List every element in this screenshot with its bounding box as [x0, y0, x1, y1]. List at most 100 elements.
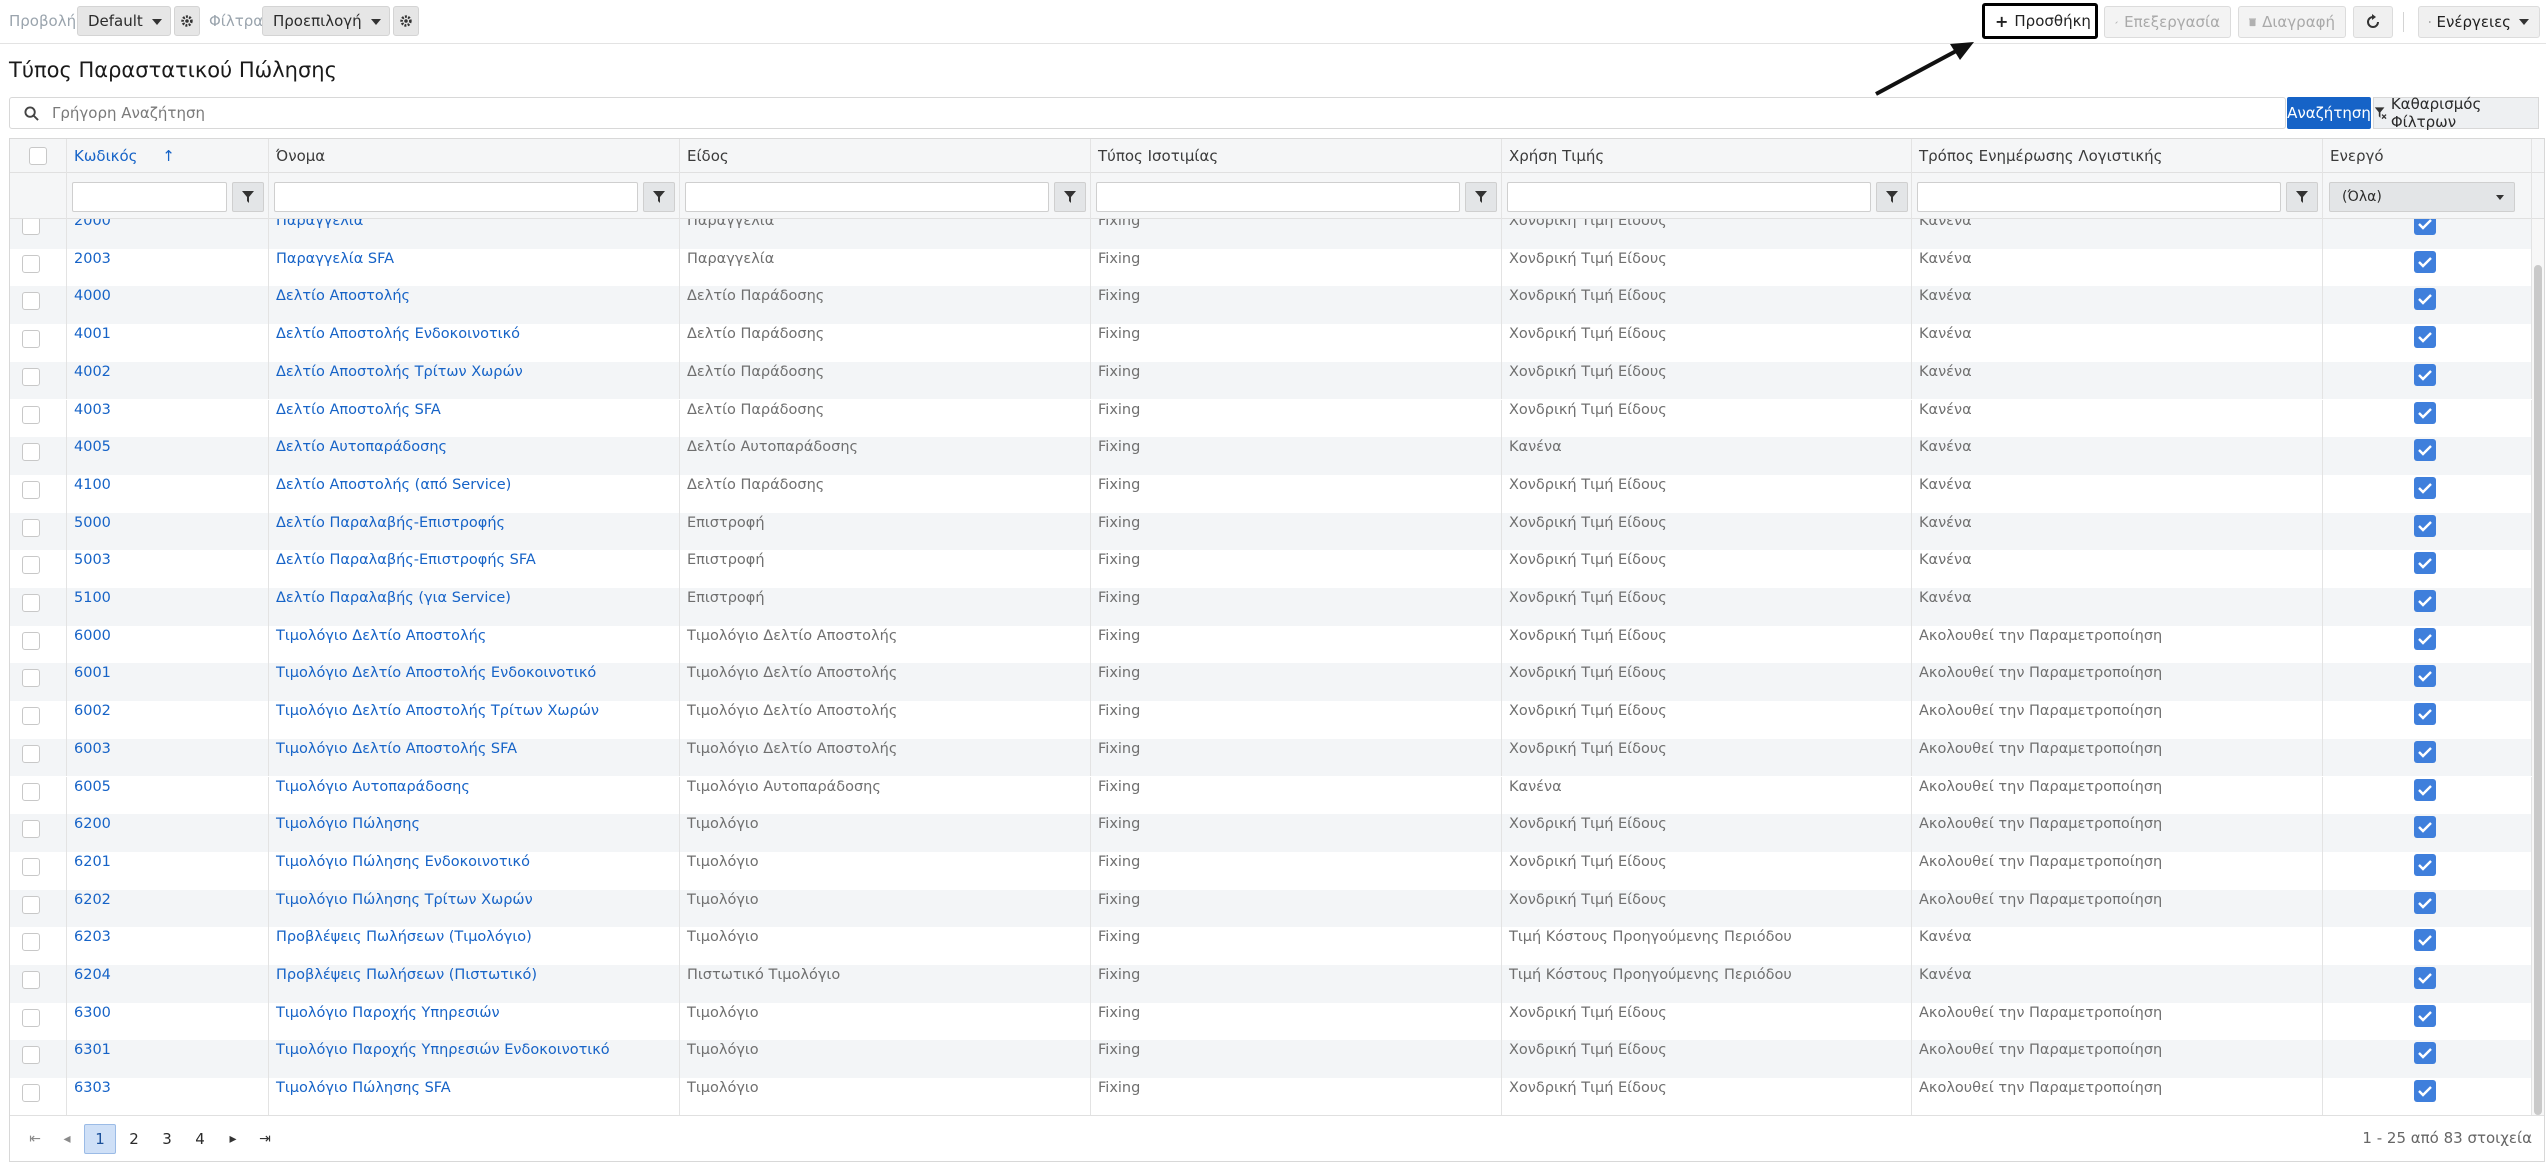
active-checkbox[interactable]	[2414, 891, 2436, 914]
cell-name[interactable]: Τιμολόγιο Πώλησης Ενδοκοινοτικό	[269, 851, 680, 890]
vertical-scrollbar[interactable]	[2532, 219, 2544, 1115]
table-row[interactable]: 6001 Τιμολόγιο Δελτίο Αποστολής Ενδοκοινο…	[10, 663, 2544, 702]
cell-code[interactable]: 6001	[67, 663, 269, 702]
header-kind[interactable]: Είδος	[680, 139, 1091, 173]
next-page-button[interactable]: ▸	[218, 1125, 248, 1153]
active-checkbox[interactable]	[2414, 363, 2436, 386]
row-select-checkbox[interactable]	[22, 405, 40, 424]
filter-rate-type-input[interactable]	[1096, 182, 1460, 212]
table-row[interactable]: 6204 Προβλέψεις Πωλήσεων (Πιστωτικό) Πιστω…	[10, 965, 2544, 1003]
active-checkbox[interactable]	[2414, 740, 2436, 763]
cell-name[interactable]: Δελτίο Αποστολής Τρίτων Χωρών	[269, 361, 680, 400]
filter-accounting-button[interactable]	[2286, 182, 2318, 212]
active-checkbox[interactable]	[2414, 1042, 2436, 1065]
cell-code[interactable]: 5000	[67, 512, 269, 551]
table-row[interactable]: 6301 Τιμολόγιο Παροχής Υπηρεσιών Ενδοκοιν…	[10, 1040, 2544, 1079]
row-select-checkbox[interactable]	[22, 707, 40, 726]
row-select-checkbox[interactable]	[22, 669, 40, 688]
cell-name[interactable]: Τιμολόγιο Δελτίο Αποστολής Ενδοκοινοτικό	[269, 663, 680, 702]
row-select-checkbox[interactable]	[22, 782, 40, 801]
active-checkbox[interactable]	[2414, 250, 2436, 273]
cell-code[interactable]: 4000	[67, 286, 269, 325]
active-checkbox[interactable]	[2414, 1004, 2436, 1027]
filter-price-use-input[interactable]	[1507, 182, 1871, 212]
filter-name-button[interactable]	[643, 182, 675, 212]
table-row[interactable]: 6003 Τιμολόγιο Δελτίο Αποστολής SFA Τιμολό…	[10, 738, 2544, 777]
header-accounting[interactable]: Τρόπος Ενημέρωσης Λογιστικής	[1912, 139, 2323, 173]
table-row[interactable]: 6000 Τιμολόγιο Δελτίο Αποστολής Τιμολόγιο …	[10, 625, 2544, 664]
cell-name[interactable]: Τιμολόγιο Δελτίο Αποστολής	[269, 625, 680, 664]
actions-menu-button[interactable]: Ενέργειες	[2418, 6, 2540, 38]
refresh-button[interactable]	[2353, 6, 2393, 38]
filter-kind-input[interactable]	[685, 182, 1049, 212]
active-checkbox[interactable]	[2414, 219, 2436, 235]
cell-code[interactable]: 6200	[67, 814, 269, 852]
cell-name[interactable]: Τιμολόγιο Πώλησης	[269, 814, 680, 852]
table-row[interactable]: 4002 Δελτίο Αποστολής Τρίτων Χωρών Δελτίο …	[10, 361, 2544, 400]
cell-name[interactable]: Τιμολόγιο Πώλησης Τρίτων Χωρών	[269, 889, 680, 928]
cell-code[interactable]: 4005	[67, 437, 269, 475]
filter-price-use-button[interactable]	[1876, 182, 1908, 212]
table-row[interactable]: 6002 Τιμολόγιο Δελτίο Αποστολής Τρίτων Χω…	[10, 701, 2544, 739]
table-row[interactable]: 4100 Δελτίο Αποστολής (από Service) Δελτίο…	[10, 474, 2544, 513]
header-code[interactable]: Κωδικός ↑	[67, 139, 269, 173]
cell-code[interactable]: 6202	[67, 889, 269, 928]
cell-code[interactable]: 6203	[67, 927, 269, 965]
filter-active-select[interactable]: (Όλα)	[2329, 182, 2515, 212]
table-row[interactable]: 6005 Τιμολόγιο Αυτοπαράδοσης Τιμολόγιο Αυτ…	[10, 776, 2544, 815]
row-select-checkbox[interactable]	[22, 857, 40, 876]
filter-code-button[interactable]	[232, 182, 264, 212]
cell-name[interactable]: Τιμολόγιο Δελτίο Αποστολής SFA	[269, 738, 680, 777]
cell-name[interactable]: Παραγγελία SFA	[269, 248, 680, 287]
table-row[interactable]: 4001 Δελτίο Αποστολής Ενδοκοινοτικό Δελτίο…	[10, 324, 2544, 362]
header-price-use[interactable]: Χρήση Τιμής	[1502, 139, 1912, 173]
cell-name[interactable]: Δελτίο Αποστολής (από Service)	[269, 474, 680, 513]
view-settings-button[interactable]	[174, 6, 200, 36]
scrollbar-thumb[interactable]	[2534, 265, 2542, 1115]
clear-filters-button[interactable]: Καθαρισμός Φίλτρων	[2373, 95, 2539, 131]
active-checkbox[interactable]	[2414, 476, 2436, 499]
active-checkbox[interactable]	[2414, 627, 2436, 650]
cell-name[interactable]: Τιμολόγιο Αυτοπαράδοσης	[269, 776, 680, 815]
cell-code[interactable]: 6303	[67, 1078, 269, 1115]
row-select-checkbox[interactable]	[22, 292, 40, 311]
row-select-checkbox[interactable]	[22, 933, 40, 952]
quick-search-input[interactable]	[52, 102, 2252, 124]
active-checkbox[interactable]	[2414, 1080, 2436, 1103]
cell-code[interactable]: 6002	[67, 701, 269, 739]
cell-name[interactable]: Προβλέψεις Πωλήσεων (Πιστωτικό)	[269, 965, 680, 1003]
table-row[interactable]: 4000 Δελτίο Αποστολής Δελτίο Παράδοσης Fixi…	[10, 286, 2544, 325]
view-select[interactable]: Default	[77, 6, 171, 36]
active-checkbox[interactable]	[2414, 778, 2436, 801]
row-select-checkbox[interactable]	[22, 480, 40, 499]
row-select-checkbox[interactable]	[22, 631, 40, 650]
page-number-button[interactable]: 4	[184, 1124, 216, 1154]
active-checkbox[interactable]	[2414, 439, 2436, 462]
first-page-button[interactable]: ⇤	[20, 1125, 50, 1153]
table-row[interactable]: 2003 Παραγγελία SFA Παραγγελία Fixing Χονδρι…	[10, 248, 2544, 287]
header-rate-type[interactable]: Τύπος Ισοτιμίας	[1091, 139, 1502, 173]
active-checkbox[interactable]	[2414, 703, 2436, 726]
table-row[interactable]: 6202 Τιμολόγιο Πώλησης Τρίτων Χωρών Τιμολό…	[10, 889, 2544, 928]
active-checkbox[interactable]	[2414, 514, 2436, 537]
table-row[interactable]: 6201 Τιμολόγιο Πώλησης Ενδοκοινοτικό Τιμολ…	[10, 851, 2544, 890]
active-checkbox[interactable]	[2414, 326, 2436, 349]
filter-rate-type-button[interactable]	[1465, 182, 1497, 212]
active-checkbox[interactable]	[2414, 967, 2436, 989]
cell-name[interactable]: Δελτίο Παραλαβής-Επιστροφής	[269, 512, 680, 551]
active-checkbox[interactable]	[2414, 816, 2436, 839]
filter-code-input[interactable]	[72, 182, 227, 212]
cell-code[interactable]: 6003	[67, 738, 269, 777]
row-select-checkbox[interactable]	[22, 443, 40, 462]
cell-name[interactable]: Δελτίο Αποστολής	[269, 286, 680, 325]
active-checkbox[interactable]	[2414, 665, 2436, 688]
page-number-button[interactable]: 1	[84, 1124, 116, 1154]
active-checkbox[interactable]	[2414, 401, 2436, 424]
edit-button[interactable]: Επεξεργασία	[2104, 6, 2231, 38]
cell-code[interactable]: 4003	[67, 399, 269, 438]
active-checkbox[interactable]	[2414, 288, 2436, 311]
cell-name[interactable]: Δελτίο Παραλαβής-Επιστροφής SFA	[269, 550, 680, 588]
table-row[interactable]: 4005 Δελτίο Αυτοπαράδοσης Δελτίο Αυτοπαράδ…	[10, 437, 2544, 475]
cell-code[interactable]: 6000	[67, 625, 269, 664]
table-row[interactable]: 5000 Δελτίο Παραλαβής-Επιστροφής Επιστροφή…	[10, 512, 2544, 551]
